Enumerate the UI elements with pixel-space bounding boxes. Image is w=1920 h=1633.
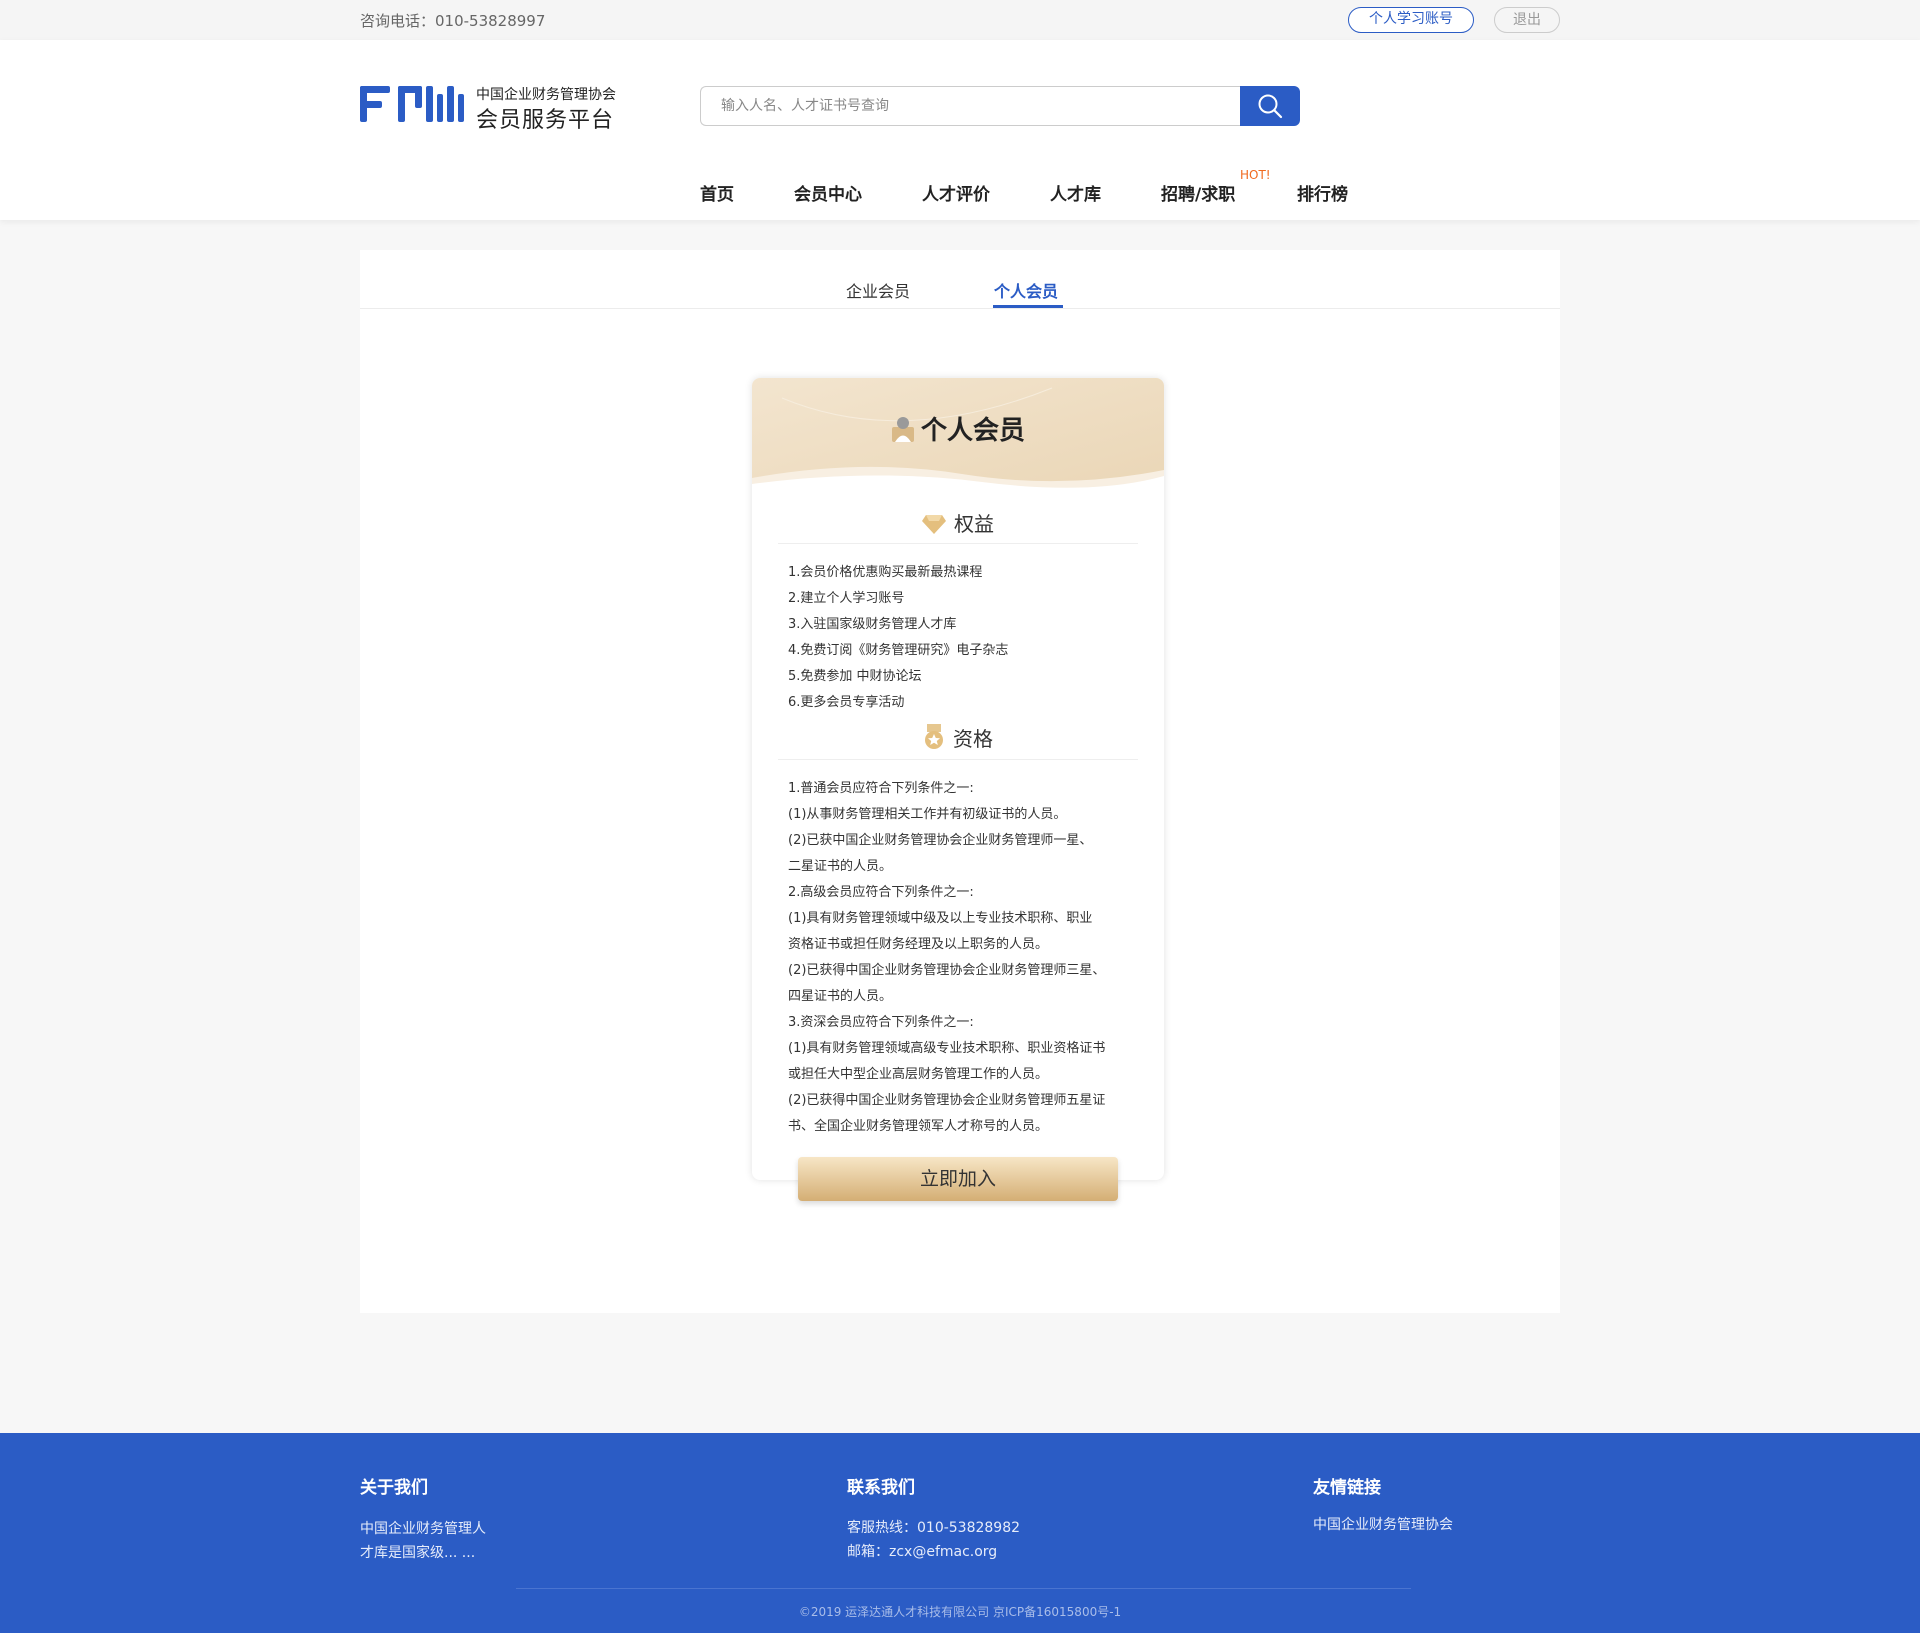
- nav-item-recruitment[interactable]: 招聘/求职: [1161, 180, 1235, 205]
- footer-link-efmac[interactable]: 中国企业财务管理协会: [1313, 1513, 1453, 1537]
- footer-about-title: 关于我们: [360, 1478, 428, 1498]
- active-tab-indicator: [993, 305, 1063, 308]
- qualifications-list: 1.普通会员应符合下列条件之一: (1)从事财务管理相关工作并有初级证书的人员。…: [788, 776, 1148, 1140]
- card-title-text: 个人会员: [920, 416, 1025, 446]
- membership-tabs: 企业会员 个人会员: [360, 250, 1560, 309]
- benefits-list: 1.会员价格优惠购买最新最热课程 2.建立个人学习账号 3.入驻国家级财务管理人…: [788, 560, 1148, 716]
- site-header: 中国企业财务管理协会 会员服务平台 首页 会员中心 人才评价 人才库 招聘/求职…: [0, 40, 1920, 220]
- main-content: 企业会员 个人会员 个人会员 权益 1.会员价格优惠购买最新最热课程 2.建立个…: [360, 250, 1560, 1313]
- list-item: 1.普通会员应符合下列条件之一:: [788, 781, 974, 796]
- main-nav: 首页 会员中心 人才评价 人才库 招聘/求职 HOT! 排行榜: [0, 168, 1920, 220]
- qualifications-title: 资格: [953, 727, 993, 751]
- list-item: (1)具有财务管理领域中级及以上专业技术职称、职业: [788, 911, 1093, 926]
- list-item: 书、全国企业财务管理领军人才称号的人员。: [788, 1119, 1049, 1134]
- footer-about-text: 中国企业财务管理人: [360, 1521, 486, 1537]
- logout-button[interactable]: 退出: [1494, 7, 1560, 33]
- person-icon: [891, 417, 914, 442]
- search-icon: [1258, 94, 1283, 119]
- list-item: 2.建立个人学习账号: [788, 591, 905, 606]
- site-footer: 关于我们 中国企业财务管理人 才库是国家级... ... 联系我们 客服热线：0…: [0, 1433, 1920, 1633]
- qualifications-heading: 资格: [752, 723, 1164, 752]
- footer-about-more[interactable]: 才库是国家级... ...: [360, 1541, 475, 1565]
- nav-item-home[interactable]: 首页: [700, 180, 734, 205]
- search-button[interactable]: [1240, 86, 1300, 126]
- divider: [778, 759, 1138, 760]
- platform-name: 会员服务平台: [476, 108, 615, 133]
- list-item: 6.更多会员专享活动: [788, 695, 905, 710]
- benefits-heading: 权益: [752, 508, 1164, 537]
- list-item: (1)具有财务管理领域高级专业技术职称、职业资格证书: [788, 1041, 1106, 1056]
- footer-links-title: 友情链接: [1313, 1478, 1381, 1498]
- tab-personal-member[interactable]: 个人会员: [994, 278, 1058, 302]
- list-item: (2)已获中国企业财务管理协会企业财务管理师一星、: [788, 833, 1093, 848]
- footer-email[interactable]: 邮箱：zcx@efmac.org: [847, 1540, 997, 1564]
- consult-phone: 咨询电话：010-53828997: [360, 12, 546, 30]
- list-item: 3.入驻国家级财务管理人才库: [788, 617, 957, 632]
- top-bar: 咨询电话：010-53828997 个人学习账号 退出: [0, 0, 1920, 40]
- footer-divider: [516, 1588, 1411, 1589]
- personal-membership-card: 个人会员 权益 1.会员价格优惠购买最新最热课程 2.建立个人学习账号 3.入驻…: [752, 378, 1164, 1180]
- nav-item-talent-pool[interactable]: 人才库: [1050, 180, 1101, 205]
- join-now-button[interactable]: 立即加入: [798, 1157, 1118, 1201]
- list-item: 1.会员价格优惠购买最新最热课程: [788, 565, 983, 580]
- list-item: (2)已获得中国企业财务管理协会企业财务管理师三星、: [788, 963, 1106, 978]
- footer-hotline: 客服热线：010-53828982: [847, 1520, 1021, 1536]
- fmi-logo-mark: [360, 86, 464, 122]
- list-item: 3.资深会员应符合下列条件之一:: [788, 1015, 974, 1030]
- list-item: 或担任大中型企业高层财务管理工作的人员。: [788, 1067, 1049, 1082]
- personal-account-button[interactable]: 个人学习账号: [1348, 7, 1474, 33]
- card-title: 个人会员: [752, 410, 1164, 447]
- list-item: 4.免费订阅《财务管理研究》电子杂志: [788, 643, 1009, 658]
- list-item: 资格证书或担任财务经理及以上职务的人员。: [788, 937, 1049, 952]
- list-item: 2.高级会员应符合下列条件之一:: [788, 885, 974, 900]
- medal-icon: [925, 724, 943, 749]
- nav-item-ranking[interactable]: 排行榜: [1297, 180, 1348, 205]
- list-item: 5.免费参加 中财协论坛: [788, 669, 922, 684]
- list-item: (1)从事财务管理相关工作并有初级证书的人员。: [788, 807, 1067, 822]
- benefits-title: 权益: [954, 512, 994, 536]
- tab-enterprise-member[interactable]: 企业会员: [846, 278, 910, 302]
- nav-item-member-center[interactable]: 会员中心: [794, 180, 862, 205]
- search-input[interactable]: [700, 86, 1242, 126]
- divider: [778, 543, 1138, 544]
- site-logo[interactable]: 中国企业财务管理协会 会员服务平台: [360, 84, 620, 133]
- copyright: ©2019 运泽达通人才科技有限公司 京ICP备16015800号-1: [798, 1605, 1122, 1619]
- diamond-icon: [922, 515, 946, 534]
- list-item: (2)已获得中国企业财务管理协会企业财务管理师五星证: [788, 1093, 1106, 1108]
- search-bar: [700, 86, 1300, 126]
- hot-badge: HOT!: [1240, 168, 1271, 182]
- org-name: 中国企业财务管理协会: [476, 87, 616, 103]
- nav-item-talent-evaluation[interactable]: 人才评价: [922, 180, 990, 205]
- list-item: 二星证书的人员。: [788, 859, 893, 874]
- footer-contact-title: 联系我们: [847, 1478, 915, 1498]
- list-item: 四星证书的人员。: [788, 989, 893, 1004]
